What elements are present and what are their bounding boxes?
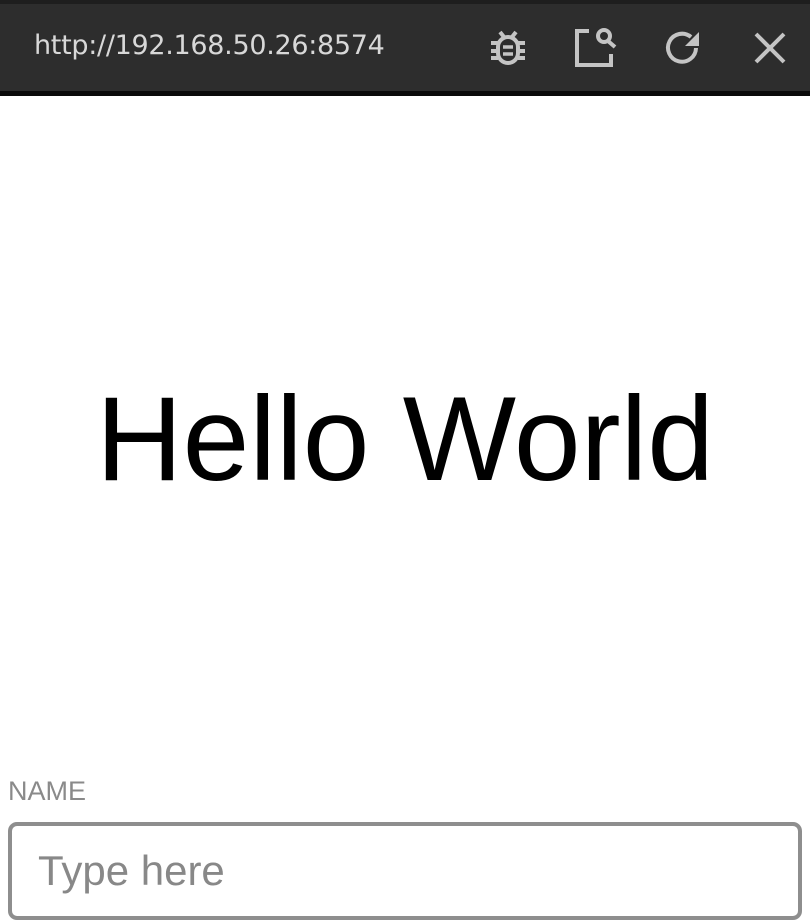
name-label: NAME — [8, 776, 87, 806]
url-text[interactable]: http://192.168.50.26:8574 — [34, 30, 385, 61]
bug-icon[interactable] — [488, 26, 528, 70]
page-heading: Hello World — [96, 372, 714, 506]
close-icon[interactable] — [750, 26, 790, 70]
inspect-icon[interactable] — [573, 26, 619, 70]
name-input[interactable] — [8, 822, 802, 920]
toolbar-divider — [0, 91, 810, 96]
reload-icon[interactable] — [663, 26, 703, 70]
